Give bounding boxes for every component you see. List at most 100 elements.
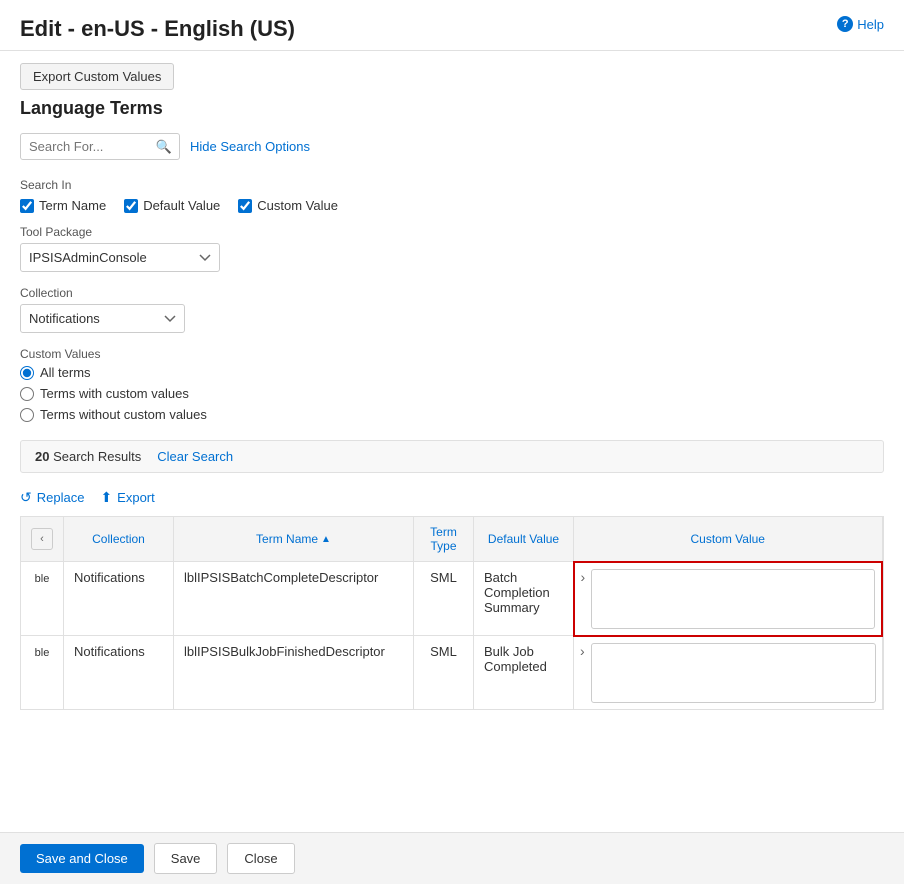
search-in-label: Search In	[20, 178, 884, 192]
nav-back-button[interactable]: ‹	[31, 528, 53, 550]
export-button[interactable]: ⬆ Export	[100, 489, 154, 506]
toolbar-actions: ↺ Replace ⬆ Export	[20, 489, 884, 506]
export-icon: ⬆	[100, 489, 112, 506]
checkbox-term-name-input[interactable]	[20, 199, 34, 213]
row2-custom-value-box[interactable]	[591, 643, 876, 703]
help-label: Help	[857, 17, 884, 32]
row1-term-name: lblIPSISBatchCompleteDescriptor	[184, 570, 378, 585]
row1-collection: Notifications	[74, 570, 145, 585]
table-row: ble Notifications lblIPSISBulkJobFinishe…	[21, 636, 882, 709]
row2-term-name: lblIPSISBulkJobFinishedDescriptor	[184, 644, 385, 659]
tool-package-label: Tool Package	[20, 225, 884, 239]
row1-custom-value-cell: ›	[574, 562, 883, 636]
checkbox-custom-value[interactable]: Custom Value	[238, 198, 338, 213]
row2-nav-cell: ble	[21, 636, 64, 709]
radio-terms-with-custom-input[interactable]	[20, 387, 34, 401]
radio-terms-without-custom-label: Terms without custom values	[40, 407, 207, 422]
checkbox-custom-value-input[interactable]	[238, 199, 252, 213]
th-collection-label: Collection	[92, 532, 145, 546]
row1-expand-button[interactable]: ›	[581, 569, 586, 585]
save-and-close-button[interactable]: Save and Close	[20, 844, 144, 873]
help-icon: ?	[837, 16, 853, 32]
th-term-name-label: Term Name	[256, 532, 318, 546]
results-number: 20	[35, 449, 49, 464]
results-label: Search Results	[53, 449, 141, 464]
radio-all-terms-input[interactable]	[20, 366, 34, 380]
row2-collection: Notifications	[74, 644, 145, 659]
search-icon: 🔍	[156, 139, 172, 155]
collection-select[interactable]: Notifications	[20, 304, 185, 333]
replace-button[interactable]: ↺ Replace	[20, 489, 84, 506]
th-collection[interactable]: Collection	[64, 517, 174, 562]
radio-terms-without-custom[interactable]: Terms without custom values	[20, 407, 884, 422]
replace-icon: ↺	[20, 489, 32, 506]
save-button[interactable]: Save	[154, 843, 218, 874]
radio-terms-with-custom-label: Terms with custom values	[40, 386, 189, 401]
tool-package-select[interactable]: IPSISAdminConsole	[20, 243, 220, 272]
row2-nav-label: ble	[35, 647, 50, 659]
th-term-name-sort: Term Name ▲	[256, 532, 331, 546]
row2-collection-cell: Notifications	[64, 636, 174, 709]
row2-expand-button[interactable]: ›	[580, 643, 585, 659]
search-results-bar: 20 Search Results Clear Search	[20, 440, 884, 473]
table-header-row: ‹ Collection Term Name ▲ Term Type	[21, 517, 882, 562]
checkbox-custom-value-label: Custom Value	[257, 198, 338, 213]
row2-term-type-cell: SML	[414, 636, 474, 709]
th-default-value[interactable]: Default Value	[474, 517, 574, 562]
hide-search-options-link[interactable]: Hide Search Options	[190, 139, 310, 154]
row2-default-value: Bulk Job Completed	[484, 644, 547, 674]
th-term-type-label: Term Type	[430, 525, 457, 553]
th-term-name[interactable]: Term Name ▲	[174, 517, 414, 562]
row1-term-type-cell: SML	[414, 562, 474, 636]
footer-bar: Save and Close Save Close	[0, 832, 904, 884]
search-options: Search In Term Name Default Value Custom…	[20, 170, 884, 440]
row1-default-value-cell: Batch Completion Summary	[474, 562, 574, 636]
row1-term-name-cell: lblIPSISBatchCompleteDescriptor	[174, 562, 414, 636]
th-term-type[interactable]: Term Type	[414, 517, 474, 562]
export-label: Export	[117, 490, 155, 505]
clear-search-link[interactable]: Clear Search	[157, 449, 233, 464]
radio-terms-without-custom-input[interactable]	[20, 408, 34, 422]
custom-values-label: Custom Values	[20, 347, 884, 361]
row1-collection-cell: Notifications	[64, 562, 174, 636]
main-content: Export Custom Values Language Terms 🔍 Hi…	[0, 51, 904, 792]
custom-values-radio-group: All terms Terms with custom values Terms…	[20, 365, 884, 422]
collection-field: Collection Notifications	[20, 286, 884, 333]
search-input-wrapper: 🔍	[20, 133, 180, 160]
custom-values-section: Custom Values All terms Terms with custo…	[20, 347, 884, 422]
row2-default-value-cell: Bulk Job Completed	[474, 636, 574, 709]
radio-all-terms[interactable]: All terms	[20, 365, 884, 380]
search-bar-row: 🔍 Hide Search Options	[20, 133, 884, 160]
search-in-checkboxes: Term Name Default Value Custom Value	[20, 198, 884, 213]
radio-terms-with-custom[interactable]: Terms with custom values	[20, 386, 884, 401]
th-default-value-label: Default Value	[488, 532, 559, 546]
data-table-container: ‹ Collection Term Name ▲ Term Type	[20, 516, 884, 710]
section-title: Language Terms	[20, 98, 884, 119]
row2-custom-value-cell: ›	[574, 636, 883, 709]
sort-asc-icon: ▲	[321, 534, 331, 545]
row1-term-type: SML	[430, 570, 457, 585]
row1-custom-value-box[interactable]	[591, 569, 875, 629]
search-results-count: 20 Search Results	[35, 449, 141, 464]
export-custom-values-button[interactable]: Export Custom Values	[20, 63, 174, 90]
row1-nav-cell: ble	[21, 562, 64, 636]
checkbox-term-name[interactable]: Term Name	[20, 198, 106, 213]
page-header: Edit - en-US - English (US) ? Help	[0, 0, 904, 51]
help-link[interactable]: ? Help	[837, 16, 884, 32]
table-row: ble Notifications lblIPSISBatchCompleteD…	[21, 562, 882, 636]
radio-all-terms-label: All terms	[40, 365, 91, 380]
checkbox-term-name-label: Term Name	[39, 198, 106, 213]
tool-package-field: Tool Package IPSISAdminConsole	[20, 225, 884, 272]
close-button[interactable]: Close	[227, 843, 294, 874]
th-custom-value: Custom Value	[574, 517, 883, 562]
checkbox-default-value-input[interactable]	[124, 199, 138, 213]
row1-nav-label: ble	[35, 573, 50, 585]
row2-term-name-cell: lblIPSISBulkJobFinishedDescriptor	[174, 636, 414, 709]
data-table: ‹ Collection Term Name ▲ Term Type	[21, 517, 883, 709]
row1-default-value: Batch Completion Summary	[484, 570, 550, 615]
th-custom-value-label: Custom Value	[691, 532, 765, 546]
row2-term-type: SML	[430, 644, 457, 659]
replace-label: Replace	[37, 490, 85, 505]
checkbox-default-value-label: Default Value	[143, 198, 220, 213]
checkbox-default-value[interactable]: Default Value	[124, 198, 220, 213]
